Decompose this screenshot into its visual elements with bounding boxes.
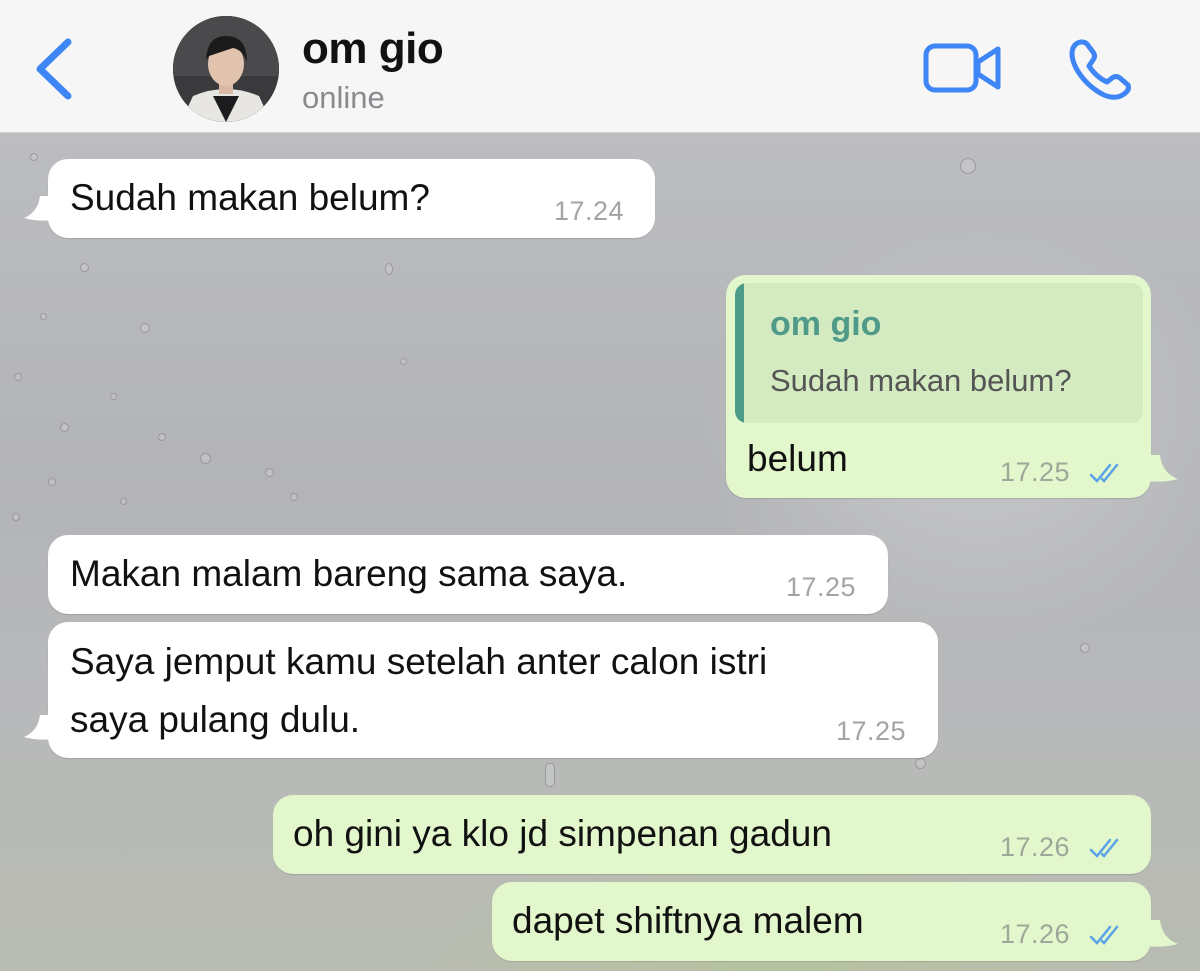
back-button[interactable] <box>30 38 80 100</box>
message-bubble-incoming[interactable]: Sudah makan belum? 17.24 <box>48 159 655 238</box>
message-bubble-outgoing[interactable]: om gio Sudah makan belum? belum 17.25 <box>726 275 1151 498</box>
water-drop <box>960 158 976 174</box>
message-time: 17.26 <box>1000 832 1071 862</box>
water-drop <box>400 358 407 365</box>
video-call-button[interactable] <box>922 40 1004 96</box>
contact-name[interactable]: om gio <box>302 24 444 74</box>
message-time: 17.25 <box>1000 457 1071 487</box>
bubble-tail-right <box>1146 455 1178 482</box>
water-drop <box>80 263 89 272</box>
message-time: 17.25 <box>786 572 857 602</box>
message-text: oh gini ya klo jd simpenan gadun <box>293 813 832 854</box>
read-receipt-icon <box>1089 925 1119 945</box>
quote-author: om gio <box>770 305 882 343</box>
contact-status: online <box>302 80 385 115</box>
quoted-reply[interactable]: om gio Sudah makan belum? <box>735 283 1143 423</box>
water-drop <box>12 513 20 521</box>
voice-call-button[interactable] <box>1068 38 1134 100</box>
message-bubble-incoming[interactable]: Makan malam bareng sama saya. 17.25 <box>48 535 888 614</box>
chat-header: om gio online <box>0 0 1200 133</box>
water-drop <box>120 498 127 505</box>
bubble-tail-left <box>24 715 54 740</box>
phone-icon <box>1069 39 1131 100</box>
message-text-line: Saya jemput kamu setelah anter calon ist… <box>70 641 768 682</box>
avatar-photo <box>173 16 279 122</box>
water-drop <box>140 323 150 333</box>
message-time: 17.25 <box>836 716 907 746</box>
avatar[interactable] <box>173 16 279 122</box>
bubble-tail-left <box>24 196 54 221</box>
message-text: Sudah makan belum? <box>70 177 430 218</box>
message-text: belum <box>747 438 848 479</box>
water-drop <box>290 493 298 501</box>
water-drop <box>110 393 117 400</box>
water-drop <box>1080 643 1090 653</box>
water-drop <box>48 478 56 486</box>
water-drop <box>385 263 393 275</box>
message-time: 17.26 <box>1000 919 1071 949</box>
bubble-tail-right <box>1146 920 1178 947</box>
message-text: dapet shiftnya malem <box>512 900 864 941</box>
water-drop <box>60 423 69 432</box>
message-time: 17.24 <box>554 196 625 226</box>
message-text-line: saya pulang dulu. <box>70 699 361 740</box>
water-drop <box>915 758 926 769</box>
read-receipt-icon <box>1089 838 1119 858</box>
message-text: Makan malam bareng sama saya. <box>70 553 628 594</box>
water-drop <box>158 433 166 441</box>
video-camera-icon <box>923 43 1001 93</box>
water-drop <box>14 373 22 381</box>
water-drop <box>30 153 38 161</box>
message-bubble-incoming[interactable]: Saya jemput kamu setelah anter calon ist… <box>48 622 938 758</box>
quote-accent-bar <box>735 283 744 423</box>
message-bubble-outgoing[interactable]: dapet shiftnya malem 17.26 <box>492 882 1151 961</box>
water-drop <box>265 468 274 477</box>
quote-text: Sudah makan belum? <box>770 363 1072 398</box>
water-drop <box>40 313 47 320</box>
chevron-left-icon <box>36 38 72 100</box>
water-drop <box>545 763 555 787</box>
message-bubble-outgoing[interactable]: oh gini ya klo jd simpenan gadun 17.26 <box>273 795 1151 874</box>
read-receipt-icon <box>1089 463 1119 483</box>
water-drop <box>200 453 211 464</box>
